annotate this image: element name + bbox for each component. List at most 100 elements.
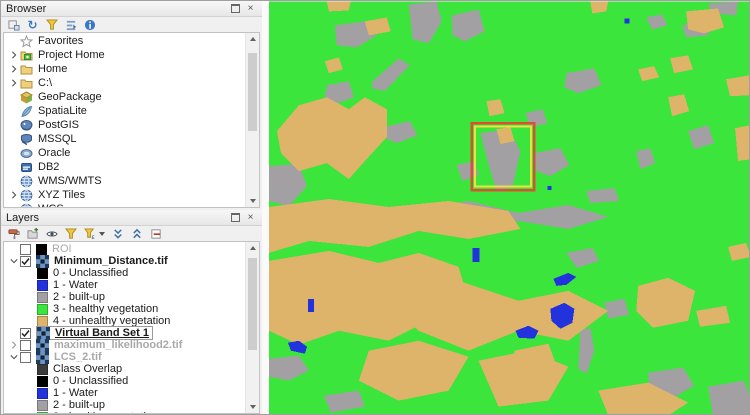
layer-row-minimum-distance[interactable]: Minimum_Distance.tif — [4, 254, 245, 268]
browser-toolbar: ↻ — [1, 17, 262, 32]
globe-icon — [20, 175, 33, 187]
scroll-down-icon[interactable] — [246, 401, 259, 413]
browser-scrollbar[interactable] — [245, 33, 259, 207]
expander-none — [7, 147, 20, 159]
layer-label: LCS_2.tif — [54, 351, 102, 363]
browser-item-wcs[interactable]: WCS — [4, 202, 245, 207]
layer-label: Minimum_Distance.tif — [54, 255, 168, 267]
browser-tree[interactable]: Favorites Project Home Home C:\ GeoPacka… — [3, 32, 260, 208]
legend-swatch — [37, 387, 48, 399]
legend-label: 2 - built-up — [53, 291, 105, 303]
browser-item-label: SpatiaLite — [38, 105, 87, 117]
filter-legend-icon[interactable] — [64, 227, 77, 240]
legend-swatch — [37, 375, 48, 387]
chevron-right-icon[interactable] — [7, 339, 20, 351]
browser-item-c-drive[interactable]: C:\ — [4, 76, 245, 90]
scrollbar-thumb[interactable] — [248, 53, 257, 131]
browser-item-label: MSSQL — [38, 133, 77, 145]
legend-swatch — [37, 279, 48, 291]
scrollbar-thumb[interactable] — [248, 258, 257, 350]
legend-label: Class Overlap — [53, 363, 123, 375]
browser-float-button[interactable] — [229, 3, 242, 14]
layers-panel-header: Layers × — [1, 210, 262, 226]
legend-item: 2 - built-up — [4, 291, 245, 303]
properties-info-icon[interactable] — [83, 18, 96, 31]
layers-float-button[interactable] — [229, 212, 242, 223]
browser-item-mssql[interactable]: MSSQL — [4, 132, 245, 146]
legend-label: 1 - Water — [53, 387, 98, 399]
style-panel-icon[interactable] — [7, 227, 20, 240]
layers-panel: Layers × ε ROI Minimum_Distance.tif 0 - … — [1, 210, 262, 414]
float-icon — [231, 4, 240, 13]
browser-panel-header: Browser × — [1, 1, 262, 17]
browser-item-postgis[interactable]: PostGIS — [4, 118, 245, 132]
browser-item-xyz-tiles[interactable]: XYZ Tiles — [4, 188, 245, 202]
scroll-up-icon[interactable] — [246, 242, 259, 254]
browser-item-wms-wmts[interactable]: WMS/WMTS — [4, 174, 245, 188]
chevron-down-icon[interactable] — [99, 231, 105, 236]
filter-expression-icon[interactable]: ε — [83, 227, 96, 240]
layer-row-virtual-band-set[interactable]: Virtual Band Set 1 — [4, 326, 245, 340]
chevron-right-icon[interactable] — [7, 189, 20, 201]
layer-row-maximum-likelihood[interactable]: maximum_likelihood2.tif — [4, 338, 245, 352]
browser-item-label: PostGIS — [38, 119, 79, 131]
chevron-down-icon[interactable] — [7, 255, 20, 267]
layer-checkbox-checked[interactable] — [20, 255, 31, 267]
expander-none — [7, 327, 20, 339]
add-group-icon[interactable] — [26, 227, 39, 240]
legend-swatch — [37, 303, 48, 315]
chevron-right-icon[interactable] — [7, 49, 20, 61]
layers-tree[interactable]: ROI Minimum_Distance.tif 0 - Unclassifie… — [3, 241, 260, 414]
browser-item-label: C:\ — [38, 77, 53, 89]
browser-item-oracle[interactable]: Oracle — [4, 146, 245, 160]
layers-panel-title: Layers — [6, 211, 40, 224]
layer-row-lcs[interactable]: LCS_2.tif — [4, 350, 245, 364]
browser-panel-title: Browser — [6, 2, 47, 15]
layer-checkbox-unchecked[interactable] — [20, 339, 31, 351]
legend-swatch — [37, 291, 48, 303]
expand-all-icon[interactable] — [111, 227, 124, 240]
refresh-icon[interactable]: ↻ — [26, 18, 39, 31]
layer-checkbox-unchecked[interactable] — [20, 351, 31, 363]
layer-row-roi[interactable]: ROI — [4, 243, 245, 255]
browser-item-geopackage[interactable]: GeoPackage — [4, 90, 245, 104]
globe-icon — [21, 203, 32, 207]
browser-item-home[interactable]: Home — [4, 62, 245, 76]
chevron-right-icon[interactable] — [7, 63, 20, 75]
expander-none — [7, 91, 20, 103]
remove-layer-icon[interactable] — [149, 227, 162, 240]
map-canvas[interactable] — [269, 1, 749, 414]
layers-close-button[interactable]: × — [244, 212, 257, 223]
expander-none — [7, 105, 20, 117]
layer-label: ROI — [52, 243, 72, 255]
map-themes-eye-icon[interactable] — [45, 227, 58, 240]
chevron-down-icon[interactable] — [7, 351, 20, 363]
browser-item-spatialite[interactable]: SpatiaLite — [4, 104, 245, 118]
db2-icon — [21, 162, 32, 172]
scrollbar-track[interactable] — [246, 45, 259, 195]
add-selected-layers-icon[interactable] — [7, 18, 20, 31]
legend-item: 3 - healthy vegetation — [4, 303, 245, 315]
layers-scrollbar[interactable] — [245, 242, 259, 413]
scroll-down-icon[interactable] — [246, 195, 259, 207]
browser-item-db2[interactable]: DB2 — [4, 160, 245, 174]
layer-checkbox-checked[interactable] — [20, 327, 31, 339]
filter-browser-icon[interactable] — [45, 18, 58, 31]
browser-item-project-home[interactable]: Project Home — [4, 48, 245, 62]
legend-label: 0 - Unclassified — [53, 267, 129, 279]
legend-item: 1 - Water — [4, 387, 245, 399]
layer-label: Virtual Band Set 1 — [55, 327, 149, 339]
chevron-right-icon[interactable] — [7, 77, 20, 89]
legend-item: Class Overlap — [4, 363, 245, 375]
legend-item: 1 - Water — [4, 279, 245, 291]
legend-item: 2 - built-up — [4, 399, 245, 411]
scroll-up-icon[interactable] — [246, 33, 259, 45]
roi-checkbox-unchecked[interactable] — [20, 243, 31, 255]
browser-close-button[interactable]: × — [244, 3, 257, 14]
legend-swatch — [37, 399, 48, 411]
scrollbar-track[interactable] — [246, 254, 259, 401]
browser-item-favorites[interactable]: Favorites — [4, 34, 245, 48]
collapse-all-icon[interactable] — [130, 227, 143, 240]
panel-map-divider[interactable] — [262, 1, 269, 414]
collapse-all-icon[interactable] — [64, 18, 77, 31]
